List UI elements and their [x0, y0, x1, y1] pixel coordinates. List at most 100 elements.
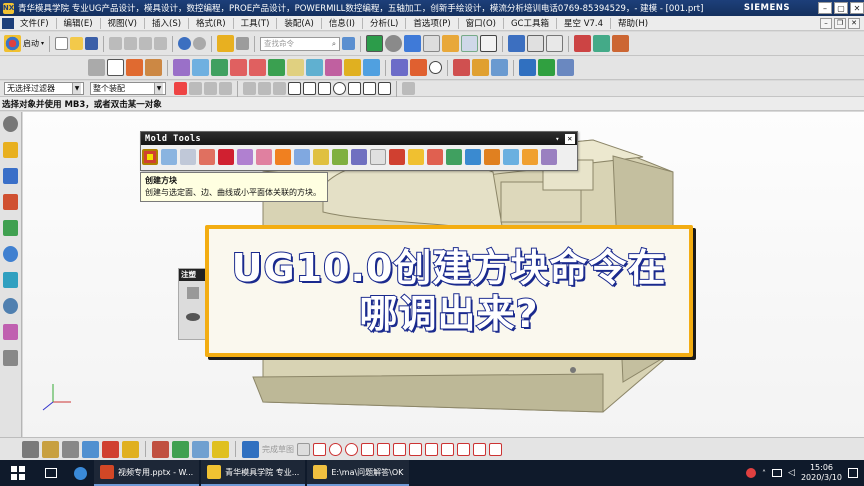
select-icon[interactable]: [174, 82, 187, 95]
help-icon[interactable]: [342, 37, 356, 50]
settings-gear-icon[interactable]: [3, 116, 18, 132]
task-view-icon[interactable]: [36, 460, 66, 486]
dimension-icon[interactable]: [152, 440, 169, 458]
cavity-icon[interactable]: [408, 149, 424, 165]
fit-view-icon[interactable]: [22, 440, 39, 458]
part-navigator-icon[interactable]: [3, 194, 18, 210]
snap-settings-icon[interactable]: [402, 82, 415, 95]
window-icon[interactable]: [236, 37, 250, 50]
enlarge-surface-icon[interactable]: [294, 149, 310, 165]
menu-information[interactable]: 信息(I): [325, 17, 359, 29]
grid-icon[interactable]: [546, 35, 564, 52]
finish-sketch-button[interactable]: 完成草图: [262, 444, 294, 455]
more-icon[interactable]: [370, 149, 386, 165]
color-icon[interactable]: [612, 35, 630, 52]
pan-icon[interactable]: [42, 440, 59, 458]
synchronous-icon[interactable]: [391, 59, 408, 76]
patch-surface-icon[interactable]: [256, 149, 272, 165]
selection-filter-select[interactable]: 无选择过滤器 ▼: [4, 82, 84, 95]
resize-icon[interactable]: [491, 59, 508, 76]
create-box-icon[interactable]: [142, 149, 158, 165]
chamfer-icon[interactable]: [192, 59, 209, 76]
snap-line-icon[interactable]: [288, 82, 301, 95]
shaded-cube-icon[interactable]: [404, 35, 422, 52]
revolve-icon[interactable]: [126, 59, 143, 76]
split-solid-icon[interactable]: [161, 149, 177, 165]
sketch-icon[interactable]: [88, 59, 105, 76]
color-square-icon[interactable]: [480, 35, 498, 52]
taskbar-clock[interactable]: 15:06 2020/3/10: [801, 463, 842, 483]
constraint-icon[interactable]: [172, 440, 189, 458]
system-materials-icon[interactable]: [3, 350, 18, 366]
draft-icon[interactable]: [410, 59, 427, 76]
rotate-view-icon[interactable]: [82, 440, 99, 458]
rotate-icon[interactable]: [385, 35, 403, 52]
cooling-icon[interactable]: [541, 149, 557, 165]
polygon-icon[interactable]: [393, 442, 406, 456]
save-icon[interactable]: [85, 37, 99, 50]
tray-chevron-icon[interactable]: ˄: [762, 469, 766, 478]
navigator-doc-icon[interactable]: [187, 287, 199, 299]
extrude-icon[interactable]: [107, 59, 124, 76]
history-icon[interactable]: [3, 272, 18, 288]
undo-icon[interactable]: [178, 37, 192, 50]
quick-extend-icon[interactable]: [457, 442, 470, 456]
slider-lifter-icon[interactable]: [503, 149, 519, 165]
command-search-input[interactable]: 查找命令 ⌕: [260, 36, 341, 51]
taskbar-app-powerpoint[interactable]: 视频专用.pptx - W...: [94, 460, 200, 486]
app-menu-icon[interactable]: [2, 17, 14, 29]
mirror-curve-icon[interactable]: [489, 442, 502, 456]
trim-solid-icon[interactable]: [180, 149, 196, 165]
doc-close-button[interactable]: ✕: [848, 17, 860, 29]
offset-face-icon[interactable]: [287, 59, 304, 76]
delete-icon[interactable]: [154, 37, 168, 50]
analysis-icon[interactable]: [593, 35, 611, 52]
quick-trim-icon[interactable]: [441, 442, 454, 456]
roles-icon[interactable]: [3, 324, 18, 340]
maximize-button[interactable]: ▢: [834, 2, 848, 14]
move-face-icon[interactable]: [453, 59, 470, 76]
menu-preferences[interactable]: 首选项(P): [409, 17, 454, 29]
electrode-icon[interactable]: [446, 149, 462, 165]
deselect-icon[interactable]: [204, 82, 217, 95]
edge-patch-icon[interactable]: [275, 149, 291, 165]
arc-icon[interactable]: [329, 442, 342, 456]
web-browser-icon[interactable]: [3, 246, 18, 262]
hole-icon[interactable]: [145, 59, 162, 76]
finish-sketch-icon[interactable]: [242, 440, 259, 458]
menu-help[interactable]: 帮助(H): [614, 17, 652, 29]
reuse-library-icon[interactable]: [3, 220, 18, 236]
copy-icon[interactable]: [124, 37, 138, 50]
menu-assembly[interactable]: 装配(A): [280, 17, 317, 29]
mirror-icon[interactable]: [344, 59, 361, 76]
assembly-scope-select[interactable]: 整个装配 ▼: [90, 82, 166, 95]
extend-solid-icon[interactable]: [218, 149, 234, 165]
snap-circle-icon[interactable]: [333, 82, 346, 95]
taskbar-app-nx[interactable]: 青华模具学院 专业...: [201, 460, 306, 486]
close-button[interactable]: ✕: [850, 2, 864, 14]
shell-icon[interactable]: [211, 59, 228, 76]
circle-icon[interactable]: [429, 61, 442, 74]
minimize-button[interactable]: –: [818, 2, 832, 14]
new-icon[interactable]: [55, 37, 69, 50]
circle-sketch-icon[interactable]: [345, 442, 358, 456]
replace-face-icon[interactable]: [363, 59, 380, 76]
wavelink-icon[interactable]: [389, 149, 405, 165]
snap-center-icon[interactable]: [273, 82, 286, 95]
notifications-icon[interactable]: [848, 468, 858, 478]
wireframe-icon[interactable]: [461, 35, 479, 52]
export-icon[interactable]: [538, 59, 555, 76]
snap-view-icon[interactable]: [102, 440, 119, 458]
orient-view-icon[interactable]: [423, 35, 441, 52]
menu-edit[interactable]: 编辑(E): [60, 17, 97, 29]
delete-face-icon[interactable]: [472, 59, 489, 76]
insert-icon[interactable]: [484, 149, 500, 165]
divide-face-icon[interactable]: [332, 149, 348, 165]
windows-start-button[interactable]: [0, 460, 36, 486]
point-icon[interactable]: [425, 442, 438, 456]
studio-spline-icon[interactable]: [409, 442, 422, 456]
refresh-icon[interactable]: [366, 35, 384, 52]
style-icon[interactable]: [122, 440, 139, 458]
taskbar-app-explorer[interactable]: E:\ma\问题解答\OK: [307, 460, 410, 486]
network-icon[interactable]: [772, 469, 783, 477]
